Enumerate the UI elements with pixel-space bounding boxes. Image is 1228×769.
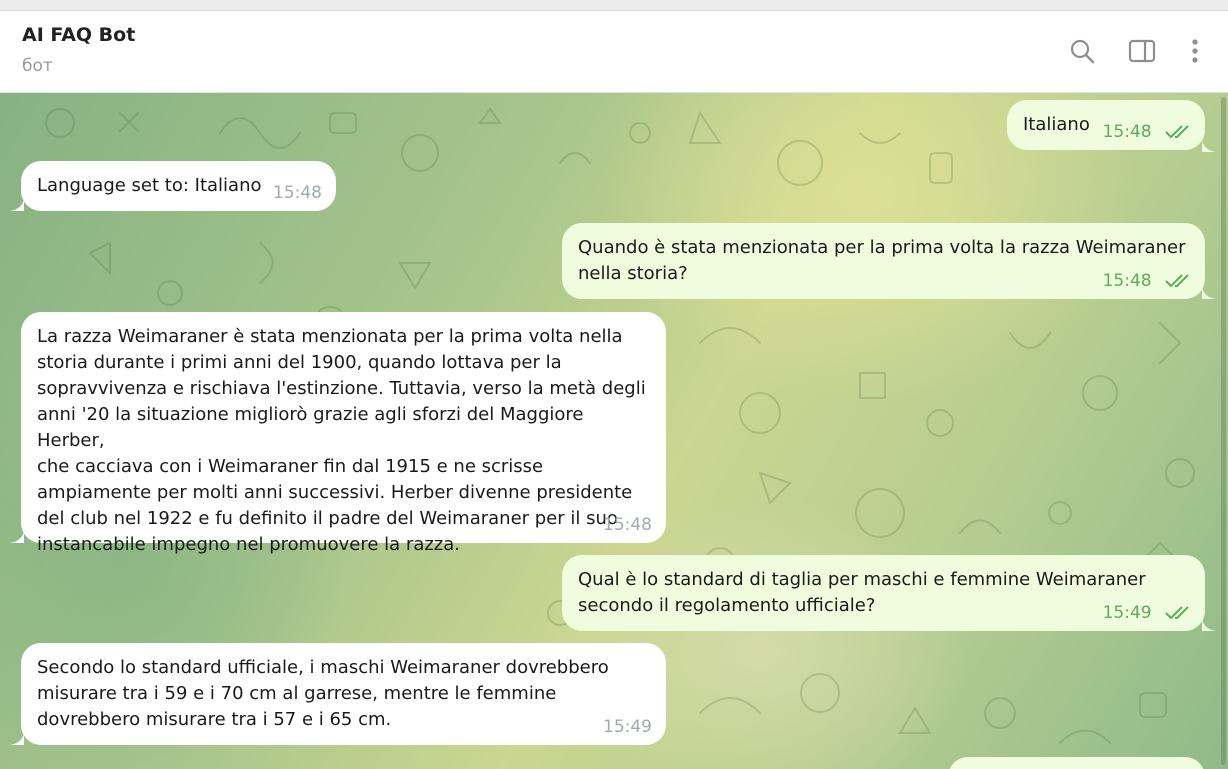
- window-top-strip: [0, 0, 1228, 11]
- message-meta: 15:48: [1103, 122, 1191, 142]
- chat-scrollbar[interactable]: [1221, 97, 1226, 765]
- double-check-icon: [1165, 606, 1189, 620]
- chat-title[interactable]: AI FAQ Bot: [22, 24, 135, 46]
- message-time: 15:48: [1102, 122, 1152, 142]
- chat-status: бот: [22, 56, 53, 76]
- message-meta: 15:49: [603, 717, 652, 737]
- message-outgoing-partial[interactable]: [948, 757, 1205, 769]
- more-vertical-icon[interactable]: [1181, 37, 1209, 65]
- message-outgoing[interactable]: Quando è stata menzionata per la prima v…: [562, 223, 1205, 299]
- bubble-tail: [1202, 619, 1216, 631]
- message-time: 15:49: [1102, 603, 1152, 623]
- bubble-tail: [1202, 140, 1216, 152]
- message-text: Qual è lo standard di taglia per maschi …: [578, 569, 1146, 616]
- message-time: 15:48: [273, 183, 322, 203]
- message-meta: 15:48: [273, 183, 322, 203]
- message-meta: 15:48: [1103, 271, 1191, 291]
- message-meta: 15:48: [603, 515, 652, 535]
- message-time: 15:48: [1102, 271, 1152, 291]
- message-time: 15:49: [603, 717, 652, 737]
- bubble-tail: [10, 531, 24, 543]
- search-icon[interactable]: [1068, 37, 1096, 65]
- sidebar-toggle-icon[interactable]: [1128, 37, 1156, 65]
- message-text: Quando è stata menzionata per la prima v…: [578, 237, 1186, 284]
- message-text: La razza Weimaraner è stata menzionata p…: [37, 326, 646, 555]
- chat-messages-area[interactable]: Italiano 15:48 Language set to: Italiano…: [0, 93, 1228, 769]
- message-incoming[interactable]: Language set to: Italiano 15:48: [21, 161, 336, 211]
- bubble-tail: [10, 733, 24, 745]
- bubble-tail: [10, 199, 24, 211]
- message-outgoing[interactable]: Italiano 15:48: [1007, 100, 1205, 150]
- double-check-icon: [1165, 274, 1189, 288]
- message-outgoing[interactable]: Qual è lo standard di taglia per maschi …: [562, 555, 1205, 631]
- chat-header[interactable]: AI FAQ Bot бот: [0, 11, 1228, 93]
- message-incoming[interactable]: Secondo lo standard ufficiale, i maschi …: [21, 643, 666, 745]
- message-text: Secondo lo standard ufficiale, i maschi …: [37, 657, 609, 730]
- bubble-tail: [1202, 287, 1216, 299]
- message-meta: 15:49: [1103, 603, 1191, 623]
- message-incoming[interactable]: La razza Weimaraner è stata menzionata p…: [21, 312, 666, 555]
- double-check-icon: [1165, 125, 1189, 139]
- message-time: 15:48: [603, 515, 652, 535]
